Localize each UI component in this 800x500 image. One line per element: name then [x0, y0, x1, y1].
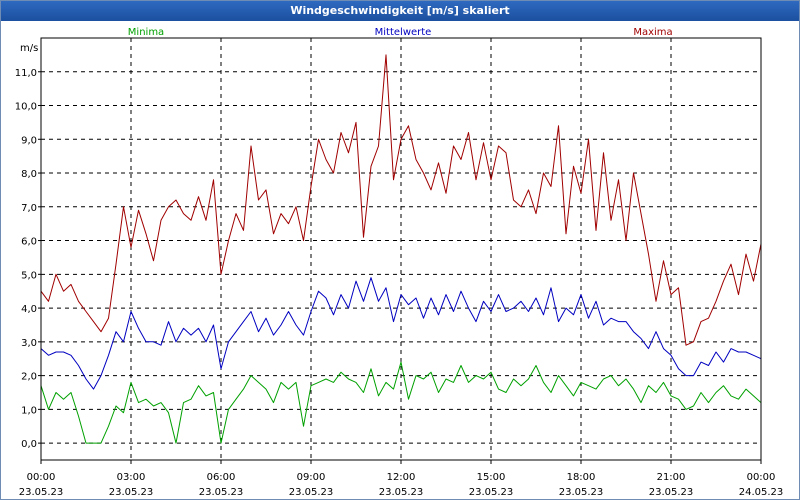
x-tick-date: 23.05.23: [199, 487, 244, 498]
y-tick-label: 3,0: [21, 338, 37, 349]
x-tick-date: 23.05.23: [289, 487, 334, 498]
x-tick-time: 06:00: [207, 472, 236, 483]
y-tick-label: 10,0: [15, 102, 37, 113]
x-tick-date: 23.05.23: [469, 487, 514, 498]
x-tick-time: 00:00: [27, 472, 56, 483]
y-tick-label: 8,0: [21, 169, 37, 180]
y-tick-label: 11,0: [15, 68, 37, 79]
legend-maxima: Maxima: [633, 27, 672, 38]
x-tick-time: 03:00: [117, 472, 146, 483]
x-tick-time: 15:00: [477, 472, 506, 483]
x-tick-time: 12:00: [387, 472, 416, 483]
x-tick-time: 18:00: [567, 472, 596, 483]
legend-minima: Minima: [128, 27, 164, 38]
y-tick-label: 9,0: [21, 135, 37, 146]
x-tick-date: 24.05.23: [739, 487, 784, 498]
x-tick-time: 09:00: [297, 472, 326, 483]
x-tick-date: 23.05.23: [19, 487, 64, 498]
x-tick-time: 21:00: [657, 472, 686, 483]
y-axis-label: m/s: [20, 43, 38, 54]
series-line-mittelwerte: [40, 277, 762, 390]
x-tick-date: 23.05.23: [109, 487, 154, 498]
legend-mittelwerte: Mittelwerte: [375, 27, 432, 38]
x-tick-date: 23.05.23: [559, 487, 604, 498]
y-tick-label: 0,0: [21, 439, 37, 450]
y-tick-label: 1,0: [21, 405, 37, 416]
wind-speed-chart: 0,0 1,0 2,0 3,0 4,0 5,0 6,0 7,0 8,0 9,0 10,0 11,0 m/…: [15, 27, 784, 498]
x-tick-date: 23.05.23: [649, 487, 694, 498]
axis-layer: 0,0 1,0 2,0 3,0 4,0 5,0 6,0 7,0 8,0 9,0 10,0 11,0 m/…: [15, 27, 784, 498]
y-tick-label: 7,0: [21, 203, 37, 214]
y-tick-label: 5,0: [21, 270, 37, 281]
y-tick-label: 4,0: [21, 304, 37, 315]
grid-layer: [41, 38, 761, 460]
x-tick-time: 00:00: [747, 472, 776, 483]
chart-window: Windgeschwindigkeit [m/s] skaliert 0,0 1,…: [0, 0, 800, 500]
y-tick-label: 2,0: [21, 372, 37, 383]
y-tick-label: 6,0: [21, 237, 37, 248]
x-tick-date: 23.05.23: [379, 487, 424, 498]
